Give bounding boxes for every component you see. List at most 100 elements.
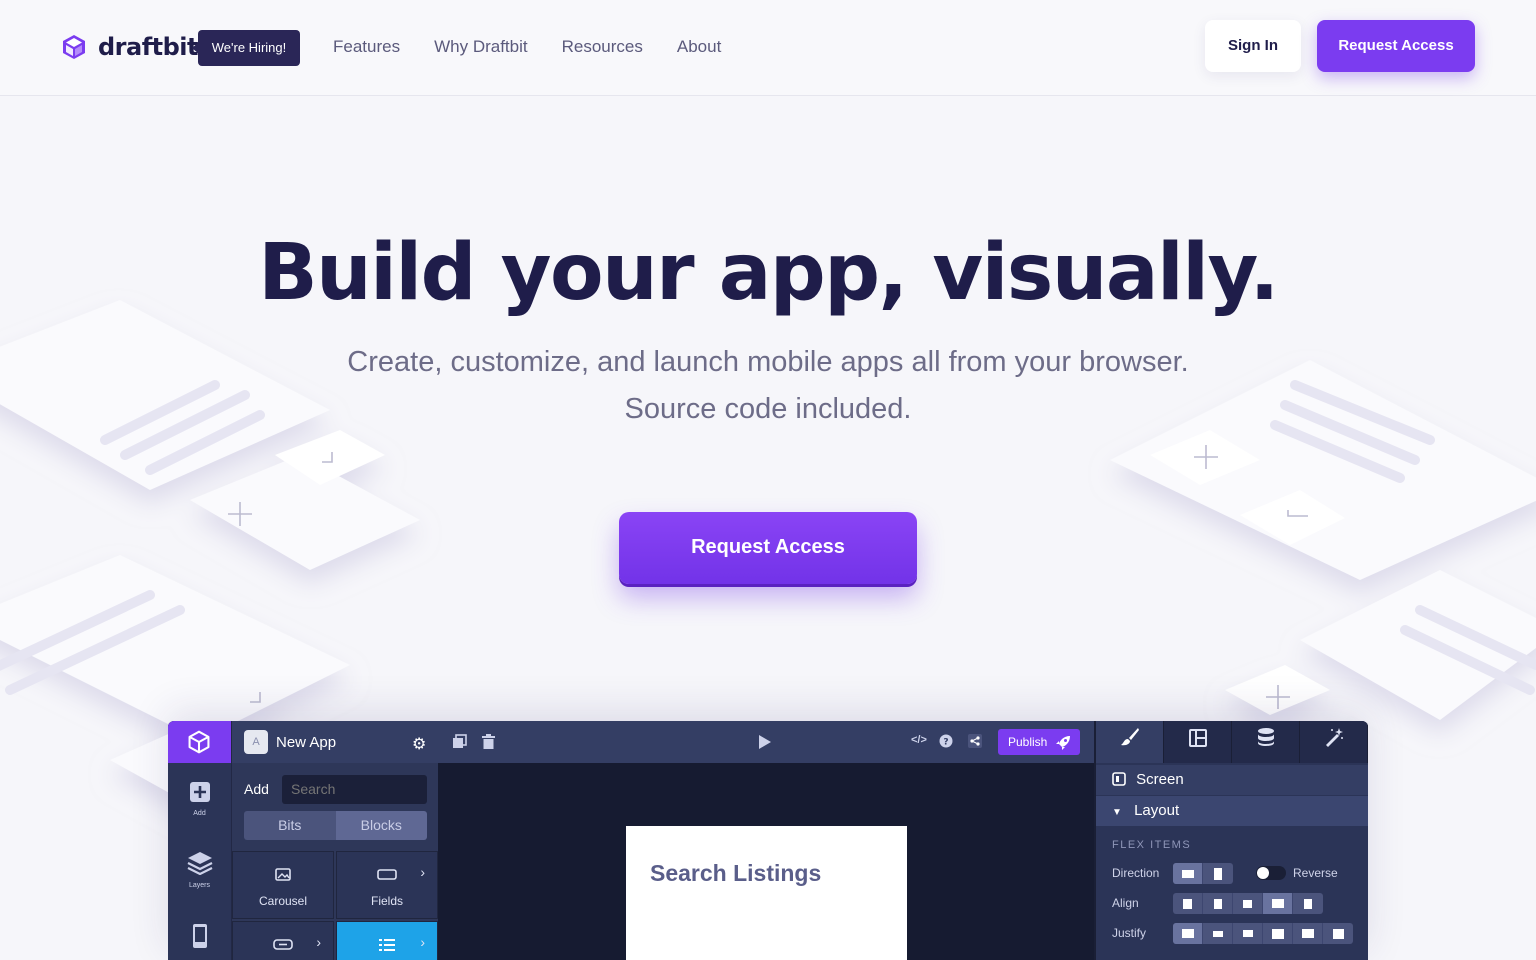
nav-links: Features Why Draftbit Resources About — [333, 37, 755, 57]
component-search-input[interactable] — [282, 775, 427, 804]
screen-title: Search Listings — [650, 860, 822, 886]
rail-item-add[interactable]: Add — [168, 781, 231, 817]
direction-label: Direction — [1112, 866, 1160, 880]
sign-in-button[interactable]: Sign In — [1205, 20, 1301, 72]
tab-bits[interactable]: Bits — [244, 811, 336, 840]
justify-start-icon[interactable] — [1173, 923, 1203, 944]
hero-headline: Build your app, visually. — [258, 228, 1279, 318]
component-tile-fields[interactable]: › Fields — [336, 851, 438, 919]
tile-label: Carousel — [258, 894, 308, 908]
align-baseline-icon[interactable] — [1293, 893, 1323, 914]
component-tile-button[interactable]: › — [232, 921, 334, 960]
play-icon[interactable] — [758, 734, 772, 753]
app-avatar: A — [244, 730, 268, 754]
rail-logo[interactable] — [168, 721, 231, 763]
justify-label: Justify — [1112, 926, 1147, 940]
request-access-nav-button[interactable]: Request Access — [1317, 20, 1475, 72]
panel-header: A New App ⚙ — [232, 721, 439, 763]
nav-link-about[interactable]: About — [677, 37, 721, 57]
app-builder-preview: Add Layers A New App ⚙ Add Bits — [168, 721, 1368, 960]
app-name[interactable]: New App — [276, 734, 336, 751]
request-access-hero-button[interactable]: Request Access — [619, 512, 917, 584]
reverse-label: Reverse — [1293, 866, 1338, 880]
publish-button[interactable]: Publish — [998, 729, 1080, 755]
properties-panel: Screen ▼ Layout FLEX ITEMS Direction Rev… — [1096, 721, 1368, 960]
layout-icon — [1188, 729, 1207, 747]
tab-data[interactable] — [1232, 721, 1300, 763]
left-rail: Add Layers — [168, 721, 231, 960]
flex-items-heading: FLEX ITEMS — [1112, 839, 1192, 851]
component-tile-carousel[interactable]: Carousel — [232, 851, 334, 919]
direction-row-icon[interactable] — [1173, 863, 1203, 884]
justify-end-icon[interactable] — [1233, 923, 1263, 944]
add-label: Add — [244, 781, 269, 797]
phone-icon — [192, 924, 207, 948]
align-stretch-icon[interactable] — [1263, 893, 1293, 914]
justify-space-between-icon[interactable] — [1263, 923, 1293, 944]
align-start-icon[interactable] — [1173, 893, 1203, 914]
rail-item-label: Layers — [188, 882, 210, 889]
svg-text:?: ? — [943, 738, 948, 748]
nav-link-features[interactable]: Features — [333, 37, 400, 57]
phone-screen-preview[interactable]: Search Listings — [626, 826, 907, 960]
justify-space-evenly-icon[interactable] — [1323, 923, 1353, 944]
publish-label: Publish — [1008, 735, 1048, 749]
tab-layout[interactable] — [1164, 721, 1232, 763]
cube-logo-icon — [188, 730, 210, 754]
align-center-icon[interactable] — [1203, 893, 1233, 914]
tile-label: Fields — [370, 894, 403, 908]
editor-canvas: Search Listings — [438, 763, 1094, 960]
cube-logo-icon — [63, 35, 85, 59]
tab-style[interactable] — [1096, 721, 1164, 763]
code-icon[interactable]: </> — [911, 734, 927, 746]
screen-label: Screen — [1136, 771, 1184, 788]
database-icon — [1257, 728, 1274, 746]
layout-row[interactable]: ▼ Layout — [1096, 796, 1368, 826]
tab-actions[interactable] — [1300, 721, 1368, 763]
properties-tabs — [1096, 721, 1368, 763]
components-panel: A New App ⚙ Add Bits Blocks Carousel › F… — [231, 721, 439, 960]
editor-toolbar: </> ? Publish — [438, 721, 1094, 763]
chevron-right-icon: › — [420, 864, 425, 880]
direction-column-icon[interactable] — [1203, 863, 1233, 884]
screen-row[interactable]: Screen — [1096, 765, 1368, 795]
align-end-icon[interactable] — [1233, 893, 1263, 914]
brand-name: draftbit — [98, 33, 199, 61]
rail-item-label: Add — [193, 810, 206, 817]
bits-blocks-toggle: Bits Blocks — [244, 811, 427, 840]
nav-link-why-draftbit[interactable]: Why Draftbit — [434, 37, 528, 57]
hiring-badge[interactable]: We're Hiring! — [192, 30, 300, 66]
justify-control — [1173, 923, 1353, 944]
image-icon — [233, 868, 333, 884]
chevron-right-icon: › — [316, 934, 321, 950]
chevron-right-icon: › — [420, 934, 425, 950]
component-tile-list[interactable]: › — [336, 921, 438, 960]
direction-control — [1173, 863, 1233, 884]
top-nav: draftbit We're Hiring! Features Why Draf… — [0, 0, 1536, 96]
rocket-icon — [1055, 734, 1071, 760]
rail-item-device[interactable] — [168, 923, 231, 954]
rail-item-layers[interactable]: Layers — [168, 851, 231, 889]
share-icon[interactable] — [968, 734, 982, 751]
logo[interactable]: draftbit — [60, 33, 199, 61]
gear-icon[interactable]: ⚙ — [412, 734, 426, 754]
screen-icon — [1112, 767, 1126, 797]
tab-blocks[interactable]: Blocks — [335, 811, 427, 840]
caret-down-icon: ▼ — [1112, 807, 1122, 818]
brush-icon — [1120, 728, 1139, 746]
nav-link-resources[interactable]: Resources — [562, 37, 643, 57]
trash-icon[interactable] — [482, 734, 495, 752]
hero-subtitle-line-2: Source code included. — [624, 393, 912, 425]
justify-space-around-icon[interactable] — [1293, 923, 1323, 944]
justify-center-icon[interactable] — [1203, 923, 1233, 944]
align-control — [1173, 893, 1323, 914]
align-label: Align — [1112, 896, 1139, 910]
hero-subtitle-line-1: Create, customize, and launch mobile app… — [347, 346, 1189, 378]
layout-label: Layout — [1134, 802, 1180, 819]
reverse-toggle[interactable] — [1256, 866, 1286, 880]
help-icon[interactable]: ? — [939, 734, 953, 751]
add-square-icon — [189, 782, 210, 802]
duplicate-icon[interactable] — [452, 734, 467, 752]
magic-wand-icon — [1325, 728, 1343, 747]
layers-icon — [187, 852, 212, 876]
